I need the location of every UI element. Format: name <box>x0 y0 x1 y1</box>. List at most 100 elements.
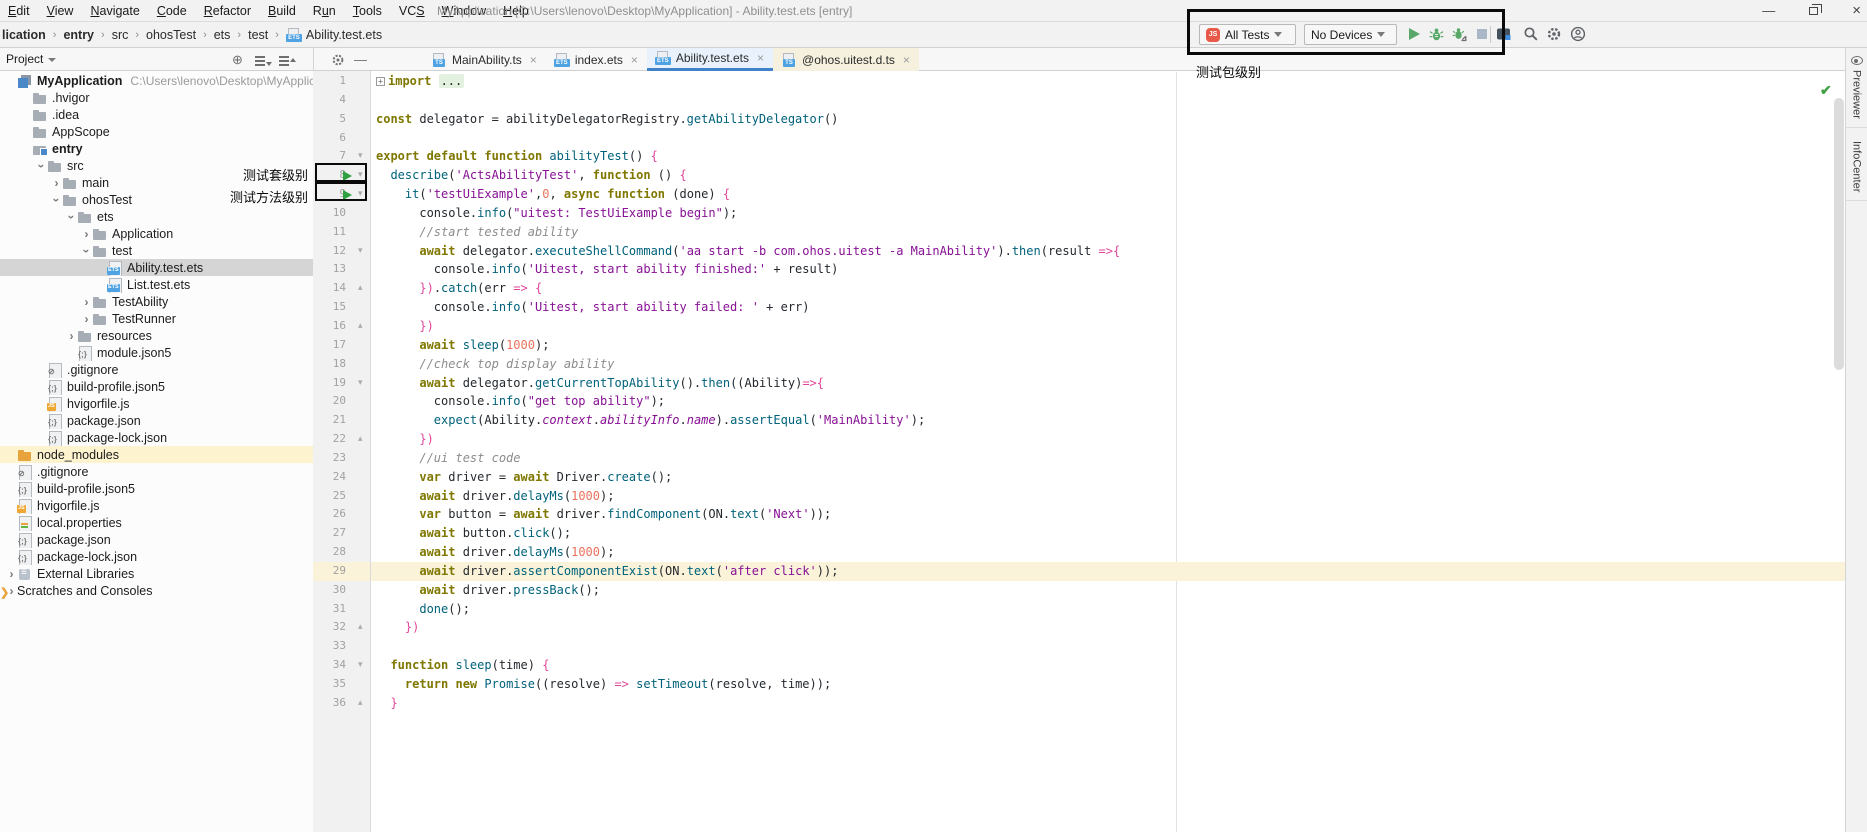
code-line-28[interactable]: 28 await driver.delayMs(1000); <box>313 543 1845 562</box>
code-text[interactable]: var driver = await Driver.create(); <box>371 468 1845 487</box>
menu-edit[interactable]: Edit <box>8 4 30 18</box>
fold-marker-icon[interactable]: ▾ <box>358 245 363 256</box>
code-line-9[interactable]: 9▾ it('testUiExample',0, async function … <box>313 185 1845 204</box>
code-line-15[interactable]: 15 console.info('Uitest, start ability f… <box>313 298 1845 317</box>
code-text[interactable]: }) <box>371 317 1845 336</box>
chevron-collapsed-icon[interactable]: › <box>81 314 92 324</box>
code-text[interactable]: +import ... <box>371 72 1845 91</box>
tool-window-button-previewer[interactable]: Previewer <box>1846 48 1867 128</box>
code-line-19[interactable]: 19▾ await delegator.getCurrentTopAbility… <box>313 374 1845 393</box>
fold-marker-icon[interactable]: ▾ <box>358 188 363 199</box>
tree-item-hvigorfile-js[interactable]: ›JShvigorfile.js <box>0 395 313 412</box>
code-text[interactable]: }) <box>371 618 1845 637</box>
tree-item--gitignore[interactable]: ›⊘.gitignore <box>0 463 313 480</box>
tree-item-module-json5[interactable]: ›{;}module.json5 <box>0 344 313 361</box>
code-text[interactable]: done(); <box>371 600 1845 619</box>
tree-item--gitignore[interactable]: ›⊘.gitignore <box>0 361 313 378</box>
menu-navigate[interactable]: Navigate <box>90 4 139 18</box>
code-text[interactable] <box>371 91 1845 110</box>
code-line-12[interactable]: 12▾ await delegator.executeShellCommand(… <box>313 242 1845 261</box>
chevron-collapsed-icon[interactable]: › <box>66 331 77 341</box>
code-line-4[interactable]: 4 <box>313 91 1845 110</box>
code-text[interactable]: expect(Ability.context.abilityInfo.name)… <box>371 411 1845 430</box>
editor-scrollbar[interactable] <box>1834 98 1844 370</box>
tab-index-ets[interactable]: ETSindex.ets× <box>546 48 647 71</box>
tree-item-package-json[interactable]: ›{;}package.json <box>0 412 313 429</box>
tree-item--hvigor[interactable]: ›.hvigor <box>0 89 313 106</box>
code-text[interactable]: it('testUiExample',0, async function (do… <box>371 185 1845 204</box>
code-text[interactable]: //ui test code <box>371 449 1845 468</box>
code-text[interactable]: await button.click(); <box>371 524 1845 543</box>
code-text[interactable]: function sleep(time) { <box>371 656 1845 675</box>
close-button[interactable]: × <box>1852 0 1861 22</box>
tab-ability-test-ets[interactable]: ETSAbility.test.ets× <box>647 48 773 71</box>
breadcrumb-item[interactable]: ets <box>214 28 231 42</box>
tree-item-ability-test-ets[interactable]: ›ETSAbility.test.ets <box>0 259 313 276</box>
breadcrumb-item[interactable]: src <box>112 28 129 42</box>
code-line-14[interactable]: 14▴ }).catch(err => { <box>313 279 1845 298</box>
tree-item-scratches-and-consoles[interactable]: ❯›Scratches and Consoles <box>0 582 313 599</box>
fold-marker-icon[interactable]: ▴ <box>358 697 363 708</box>
chevron-expanded-icon[interactable]: › <box>82 245 92 256</box>
tree-item-ets[interactable]: ›ets <box>0 208 313 225</box>
tree-item-external-libraries[interactable]: ›External Libraries <box>0 565 313 582</box>
close-tab-icon[interactable]: × <box>631 53 638 67</box>
tab--ohos-uitest-d-ts[interactable]: TS@ohos.uitest.d.ts× <box>773 48 919 71</box>
code-line-10[interactable]: 10 console.info("uitest: TestUiExample b… <box>313 204 1845 223</box>
chevron-collapsed-icon[interactable]: › <box>6 569 17 579</box>
debug-button[interactable] <box>1427 25 1445 43</box>
code-line-8[interactable]: 8▾ describe('ActsAbilityTest', function … <box>313 166 1845 185</box>
tree-item-package-json[interactable]: ›{;}package.json <box>0 531 313 548</box>
code-text[interactable]: } <box>371 694 1845 713</box>
breadcrumb-item[interactable]: test <box>248 28 268 42</box>
code-text[interactable]: console.info('Uitest, start ability fail… <box>371 298 1845 317</box>
code-line-13[interactable]: 13 console.info('Uitest, start ability f… <box>313 260 1845 279</box>
fold-marker-icon[interactable]: ▴ <box>358 433 363 444</box>
settings-button[interactable] <box>1545 25 1563 43</box>
expand-all-button[interactable] <box>252 52 267 67</box>
panel-settings-button[interactable] <box>330 52 345 67</box>
tree-item-list-test-ets[interactable]: ›ETSList.test.ets <box>0 276 313 293</box>
tree-item-package-lock-json[interactable]: ›{;}package-lock.json <box>0 429 313 446</box>
code-text[interactable]: export default function abilityTest() { <box>371 147 1845 166</box>
code-line-1[interactable]: 1+import ... <box>313 72 1845 91</box>
tree-item-appscope[interactable]: ›AppScope <box>0 123 313 140</box>
code-text[interactable]: const delegator = abilityDelegatorRegist… <box>371 110 1845 129</box>
chevron-expanded-icon[interactable]: › <box>67 211 77 222</box>
close-tab-icon[interactable]: × <box>903 53 910 67</box>
code-line-26[interactable]: 26 var button = await driver.findCompone… <box>313 505 1845 524</box>
code-line-6[interactable]: 6 <box>313 129 1845 148</box>
code-text[interactable]: console.info("get top ability"); <box>371 392 1845 411</box>
debug-coverage-button[interactable] <box>1450 25 1468 43</box>
code-text[interactable]: await delegator.executeShellCommand('aa … <box>371 242 1845 261</box>
code-line-34[interactable]: 34▾ function sleep(time) { <box>313 656 1845 675</box>
breadcrumb-item[interactable]: entry <box>63 28 94 42</box>
profile-button[interactable] <box>1495 25 1513 43</box>
chevron-collapsed-icon[interactable]: › <box>51 178 62 188</box>
code-line-16[interactable]: 16▴ }) <box>313 317 1845 336</box>
code-line-35[interactable]: 35 return new Promise((resolve) => setTi… <box>313 675 1845 694</box>
fold-marker-icon[interactable]: ▴ <box>358 282 363 293</box>
tree-item-test[interactable]: ›test <box>0 242 313 259</box>
stop-button[interactable] <box>1473 25 1491 43</box>
menu-tools[interactable]: Tools <box>353 4 382 18</box>
fold-marker-icon[interactable]: ▴ <box>358 621 363 632</box>
folded-import-icon[interactable]: + <box>376 77 385 86</box>
code-text[interactable]: return new Promise((resolve) => setTimeo… <box>371 675 1845 694</box>
tree-item-testability[interactable]: ›TestAbility <box>0 293 313 310</box>
fold-marker-icon[interactable]: ▾ <box>358 169 363 180</box>
code-line-33[interactable]: 33 <box>313 637 1845 656</box>
fold-marker-icon[interactable]: ▴ <box>358 320 363 331</box>
tree-item-build-profile-json5[interactable]: ›{;}build-profile.json5 <box>0 480 313 497</box>
breadcrumb-item[interactable]: ETSAbility.test.ets <box>286 28 382 42</box>
code-text[interactable]: //check top display ability <box>371 355 1845 374</box>
menu-vcs[interactable]: VCS <box>399 4 425 18</box>
code-line-29[interactable]: 29 await driver.assertComponentExist(ON.… <box>313 562 1845 581</box>
code-text[interactable]: }).catch(err => { <box>371 279 1845 298</box>
code-text[interactable]: console.info("uitest: TestUiExample begi… <box>371 204 1845 223</box>
tree-item-resources[interactable]: ›resources <box>0 327 313 344</box>
code-line-5[interactable]: 5const delegator = abilityDelegatorRegis… <box>313 110 1845 129</box>
code-line-17[interactable]: 17 await sleep(1000); <box>313 336 1845 355</box>
code-line-24[interactable]: 24 var driver = await Driver.create(); <box>313 468 1845 487</box>
hide-panel-button[interactable]: — <box>353 52 368 67</box>
